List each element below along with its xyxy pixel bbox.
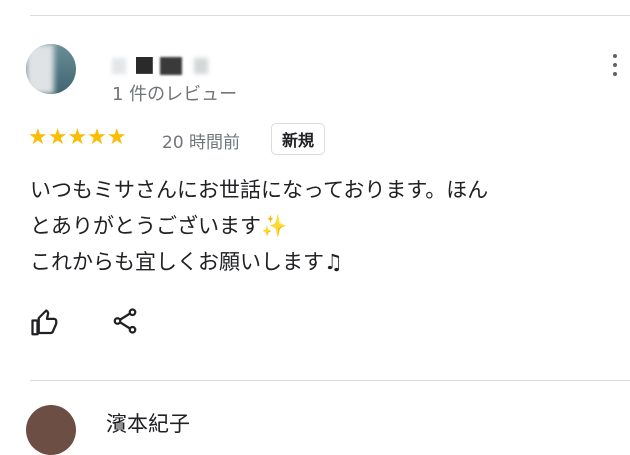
name-blur-right <box>194 58 208 74</box>
avatar[interactable] <box>26 44 76 94</box>
name-blur-left <box>112 58 126 74</box>
review-line-2: とありがとうございます✨ <box>30 214 288 238</box>
thumbs-up-icon <box>31 309 58 336</box>
music-note-icon: ♫ <box>324 250 343 274</box>
next-avatar[interactable] <box>26 405 76 455</box>
review-time: 20 時間前 <box>162 133 241 153</box>
next-reviewer-name[interactable]: 濱本紀子 <box>106 408 190 438</box>
review-text: いつもミサさんにお世話になっております。ほん とありがとうございます✨ これから… <box>30 172 590 280</box>
review-line-3: これからも宜しくお願いします♫ <box>30 250 343 274</box>
top-divider <box>30 15 630 16</box>
share-button[interactable] <box>110 306 140 336</box>
star-rating: ★★★★★ <box>28 125 127 150</box>
reviewer-name[interactable]: ■ <box>112 52 208 77</box>
new-badge: 新規 <box>271 123 326 155</box>
more-vert-icon[interactable] <box>608 54 622 84</box>
sparkles-icon: ✨ <box>261 214 288 238</box>
name-blur-mid <box>160 57 182 75</box>
review-divider <box>30 380 630 381</box>
like-button[interactable] <box>30 308 60 338</box>
share-icon <box>113 308 137 334</box>
review-count: 1 件のレビュー <box>112 84 238 105</box>
review-line-1: いつもミサさんにお世話になっております。ほん <box>30 178 489 202</box>
